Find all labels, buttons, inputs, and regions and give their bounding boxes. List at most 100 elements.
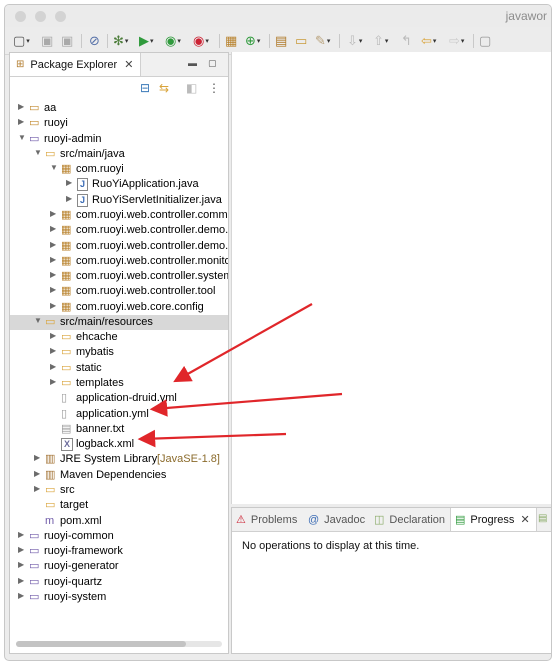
chevron-right-icon[interactable]: ▶ bbox=[50, 270, 58, 279]
tree-item[interactable]: ▭ target bbox=[10, 498, 228, 513]
tree-item[interactable]: ▯ application.yml bbox=[10, 407, 228, 422]
chevron-right-icon[interactable]: ▶ bbox=[66, 178, 74, 187]
close-icon[interactable]: ✕ bbox=[124, 58, 133, 71]
chevron-right-icon[interactable]: ▶ bbox=[34, 484, 42, 493]
tree-item[interactable]: ▶ ▭ ehcache bbox=[10, 330, 228, 345]
external-tools-button[interactable]: ◉ ▾ bbox=[193, 33, 209, 49]
next-annotation-button[interactable]: ⇩ ▾ bbox=[347, 33, 362, 49]
tree-item[interactable]: ▶ ▭ templates bbox=[10, 376, 228, 391]
tree-item[interactable]: ▶ ▥ Maven Dependencies bbox=[10, 468, 228, 483]
tab-progress[interactable]: ▤ Progress ✕ bbox=[450, 508, 537, 531]
tree-item[interactable]: ▶ ▦ com.ruoyi.web.controller.monito bbox=[10, 254, 228, 269]
tree-item[interactable]: ▶ ▦ com.ruoyi.web.controller.tool bbox=[10, 284, 228, 299]
new-java-package-button[interactable]: ▦ bbox=[225, 33, 237, 49]
previous-annotation-button[interactable]: ⇧ ▾ bbox=[373, 33, 388, 49]
tree-item[interactable]: ▶ ▭ mybatis bbox=[10, 345, 228, 360]
run-button[interactable]: ▶ ▾ bbox=[139, 33, 154, 49]
tree-item[interactable]: ▶ ▥ JRE System Library [JavaSE-1.8] bbox=[10, 452, 228, 467]
scrollbar-thumb[interactable] bbox=[16, 641, 186, 647]
chevron-right-icon[interactable]: ▶ bbox=[50, 362, 58, 371]
link-with-editor-icon[interactable]: ⇆ bbox=[159, 81, 169, 95]
maximize-view-icon[interactable]: ▢ bbox=[208, 58, 217, 69]
tree-item[interactable]: ▼ ▦ com.ruoyi bbox=[10, 162, 228, 177]
tree-item[interactable]: Xlogback.xml bbox=[10, 437, 228, 452]
open-task-button[interactable]: ▭ bbox=[295, 33, 307, 49]
minimize-view-icon[interactable]: ▬ bbox=[188, 58, 197, 68]
skip-breakpoints-button[interactable]: ⊘ bbox=[89, 33, 100, 49]
tree-item[interactable]: ▶ ▭ aa bbox=[10, 101, 228, 116]
view-menu-icon[interactable]: ⋮ bbox=[208, 81, 220, 95]
back-button[interactable]: ⇦ ▾ bbox=[421, 33, 436, 49]
open-type-button[interactable]: ▤ bbox=[275, 33, 287, 49]
tree-item[interactable]: ▶ ▦ com.ruoyi.web.controller.system bbox=[10, 269, 228, 284]
chevron-right-icon[interactable]: ▶ bbox=[18, 591, 26, 600]
chevron-right-icon[interactable]: ▶ bbox=[18, 530, 26, 539]
chevron-right-icon[interactable]: ▶ bbox=[18, 560, 26, 569]
zoom-window-button[interactable] bbox=[55, 11, 66, 22]
chevron-right-icon[interactable]: ▶ bbox=[18, 545, 26, 554]
chevron-down-icon[interactable]: ▼ bbox=[50, 163, 58, 172]
tree-item[interactable]: ▶ ▭ ruoyi-common bbox=[10, 529, 228, 544]
focus-icon[interactable]: ◧ bbox=[186, 81, 197, 95]
chevron-down-icon[interactable]: ▼ bbox=[34, 316, 42, 325]
tab-problems[interactable]: ⚠ Problems bbox=[236, 508, 297, 531]
chevron-right-icon[interactable]: ▶ bbox=[50, 346, 58, 355]
editor-area[interactable] bbox=[231, 52, 551, 504]
tree-item[interactable]: ▶ ▦ com.ruoyi.web.controller.demo.d bbox=[10, 239, 228, 254]
new-java-class-button[interactable]: ⊕ ▾ bbox=[245, 33, 260, 49]
chevron-right-icon[interactable]: ▶ bbox=[18, 576, 26, 585]
chevron-down-icon[interactable]: ▼ bbox=[18, 133, 26, 142]
chevron-right-icon[interactable]: ▶ bbox=[34, 469, 42, 478]
chevron-right-icon[interactable]: ▶ bbox=[34, 453, 42, 462]
tree-item[interactable]: m pom.xml bbox=[10, 514, 228, 529]
tree-item-label: Maven Dependencies bbox=[60, 468, 167, 481]
collapse-all-icon[interactable]: ⊟ bbox=[140, 81, 150, 95]
chevron-right-icon[interactable]: ▶ bbox=[50, 377, 58, 386]
chevron-right-icon[interactable]: ▶ bbox=[50, 255, 58, 264]
close-icon[interactable]: ✕ bbox=[520, 513, 529, 526]
tree-item[interactable]: ▯ application-druid.yml bbox=[10, 391, 228, 406]
tab-javadoc[interactable]: @ Javadoc bbox=[308, 508, 365, 531]
tree-item[interactable]: ▶ ▦ com.ruoyi.web.controller.common bbox=[10, 208, 228, 223]
tree-item[interactable]: ▤ banner.txt bbox=[10, 422, 228, 437]
tree-item[interactable]: ▼ ▭ src/main/resources bbox=[10, 314, 228, 330]
tree-item[interactable]: ▶ ▭ ruoyi-system bbox=[10, 590, 228, 605]
more-views-icon[interactable]: ▤ bbox=[538, 513, 547, 524]
debug-button[interactable]: ✻ ▾ bbox=[113, 33, 128, 49]
tree-item[interactable]: ▶ ▭ ruoyi-framework bbox=[10, 544, 228, 559]
close-window-button[interactable] bbox=[15, 11, 26, 22]
chevron-right-icon[interactable]: ▶ bbox=[50, 240, 58, 249]
tree-item[interactable]: ▶ J RuoYiApplication.java bbox=[10, 177, 228, 192]
tree-item[interactable]: ▶ ▦ com.ruoyi.web.controller.demo.c bbox=[10, 223, 228, 238]
chevron-right-icon[interactable]: ▶ bbox=[66, 194, 74, 203]
new-wizard-button[interactable]: ▢ ▾ bbox=[13, 33, 30, 49]
forward-button[interactable]: ⇨ ▾ bbox=[449, 33, 464, 49]
chevron-down-icon[interactable]: ▼ bbox=[34, 148, 42, 157]
tree-item[interactable]: ▼ ▭ src/main/java bbox=[10, 147, 228, 162]
chevron-right-icon[interactable]: ▶ bbox=[50, 285, 58, 294]
chevron-right-icon[interactable]: ▶ bbox=[50, 331, 58, 340]
tree-item[interactable]: ▶ J RuoYiServletInitializer.java bbox=[10, 193, 228, 208]
package-explorer-tab[interactable]: ⊞ Package Explorer ✕ bbox=[10, 53, 141, 76]
save-button[interactable]: ▣ bbox=[41, 33, 53, 49]
chevron-right-icon[interactable]: ▶ bbox=[50, 209, 58, 218]
pin-editor-button[interactable]: ▢ bbox=[479, 33, 491, 49]
tree-item[interactable]: ▼ ▭ ruoyi-admin bbox=[10, 132, 228, 147]
tab-declaration[interactable]: ◫ Declaration bbox=[374, 508, 445, 531]
save-all-button[interactable]: ▣ bbox=[61, 33, 73, 49]
tree-item[interactable]: ▶ ▭ src bbox=[10, 483, 228, 498]
chevron-right-icon[interactable]: ▶ bbox=[18, 117, 26, 126]
coverage-button[interactable]: ◉ ▾ bbox=[165, 33, 181, 49]
tree-item[interactable]: ▶ ▭ static bbox=[10, 361, 228, 376]
chevron-right-icon[interactable]: ▶ bbox=[50, 224, 58, 233]
tree-item[interactable]: ▶ ▭ ruoyi bbox=[10, 116, 228, 131]
last-edit-button[interactable]: ↰ bbox=[401, 33, 412, 49]
horizontal-scrollbar[interactable] bbox=[16, 641, 222, 647]
tree-item[interactable]: ▶ ▭ ruoyi-quartz bbox=[10, 575, 228, 590]
search-button[interactable]: ✎ ▾ bbox=[315, 33, 330, 49]
chevron-right-icon[interactable]: ▶ bbox=[18, 102, 26, 111]
tree-item[interactable]: ▶ ▭ ruoyi-generator bbox=[10, 559, 228, 574]
tree-item[interactable]: ▶ ▦ com.ruoyi.web.core.config bbox=[10, 300, 228, 315]
chevron-right-icon[interactable]: ▶ bbox=[50, 301, 58, 310]
minimize-window-button[interactable] bbox=[35, 11, 46, 22]
